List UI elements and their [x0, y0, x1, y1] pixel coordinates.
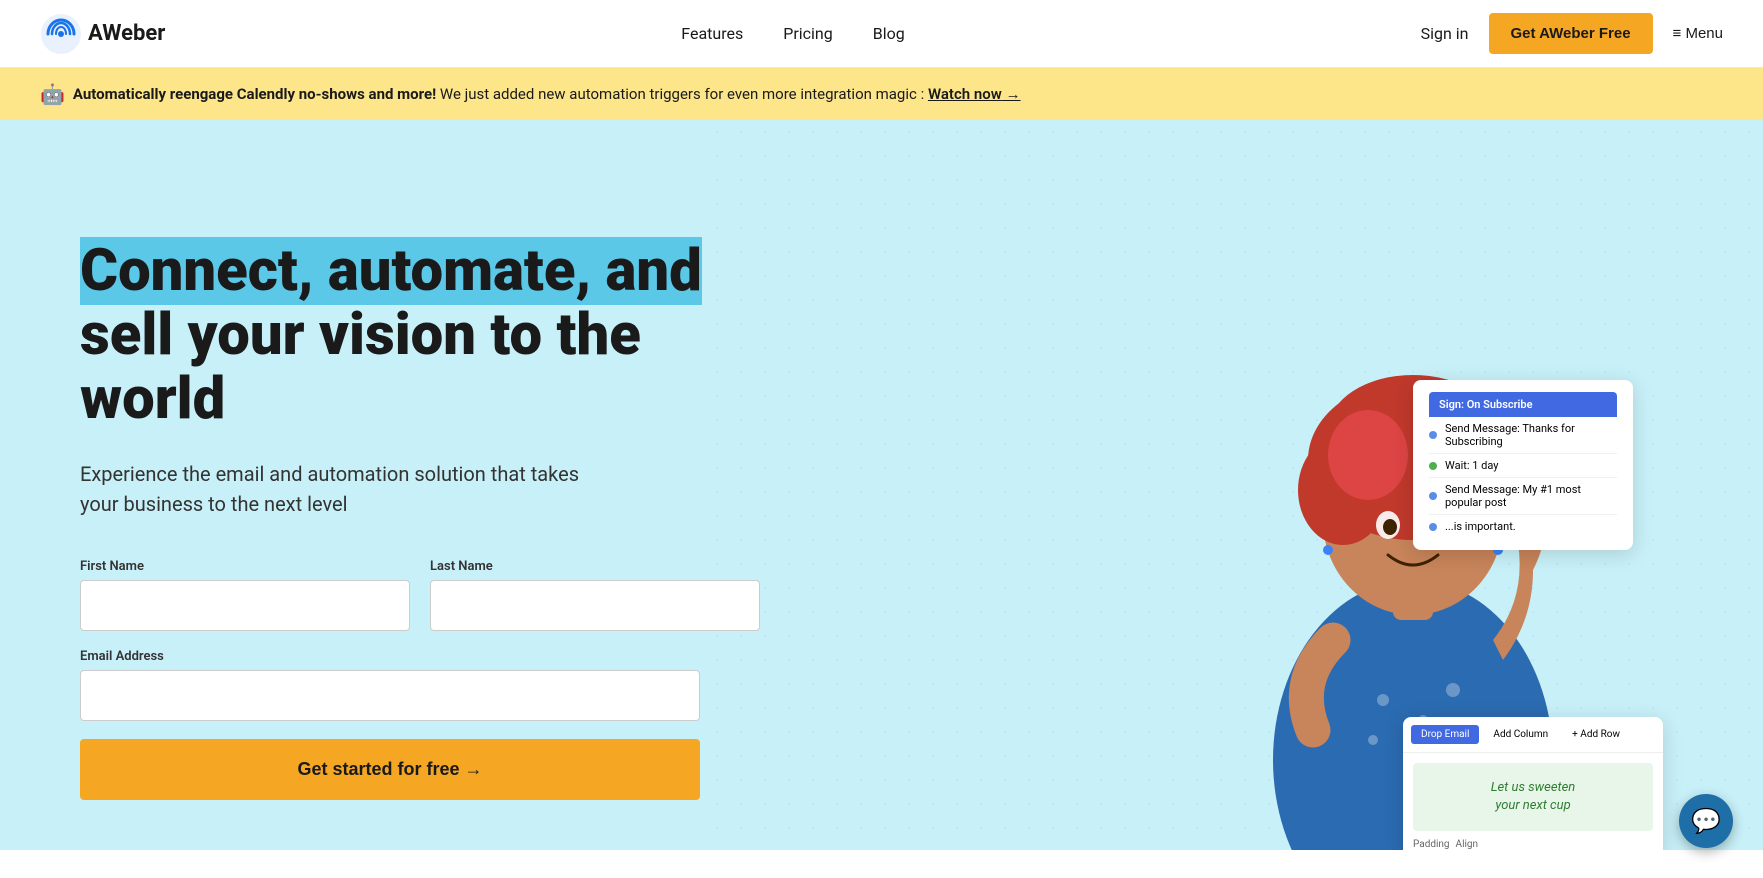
ui-dot-2 [1429, 462, 1437, 470]
banner-robot-icon: 🤖 [40, 82, 65, 106]
email-label: Email Address [80, 649, 760, 664]
announcement-banner: 🤖 Automatically reengage Calendly no-sho… [0, 68, 1763, 120]
hero-title-line2: sell your vision to the world [80, 301, 641, 433]
last-name-label: Last Name [430, 559, 760, 574]
email-input[interactable] [80, 670, 700, 721]
banner-regular-text: We just added new automation triggers fo… [440, 85, 924, 103]
watch-now-link[interactable]: Watch now → [928, 85, 1021, 103]
ui-row-text-3: Send Message: My #1 most popular post [1445, 483, 1617, 509]
navbar: AWeber Features Pricing Blog Sign in Get… [0, 0, 1763, 68]
nav-links: Features Pricing Blog [681, 24, 904, 43]
ui-card-row-1: Send Message: Thanks for Subscribing [1429, 417, 1617, 454]
chat-bubble-icon: 💬 [1691, 807, 1721, 835]
last-name-field: Last Name [430, 559, 760, 631]
get-aweber-free-button[interactable]: Get AWeber Free [1489, 13, 1653, 54]
first-name-field: First Name [80, 559, 410, 631]
ui-card-email-editor: Drop Email Add Column + Add Row Let us s… [1403, 717, 1663, 850]
first-name-input[interactable] [80, 580, 410, 631]
hero-content: Connect, automate, and sell your vision … [80, 200, 760, 800]
first-name-label: First Name [80, 559, 410, 574]
nav-blog[interactable]: Blog [873, 24, 905, 43]
padding-label: Padding [1413, 839, 1450, 850]
hero-section: Connect, automate, and sell your vision … [0, 120, 1763, 850]
hero-subtitle: Experience the email and automation solu… [80, 459, 620, 519]
chat-bubble[interactable]: 💬 [1679, 794, 1733, 848]
tab-add-row[interactable]: + Add Row [1562, 725, 1630, 744]
email-field-container: Email Address [80, 649, 760, 721]
ui-card-tabs: Drop Email Add Column + Add Row [1403, 717, 1663, 753]
ui-card-body: Let us sweetenyour next cup Padding Alig… [1403, 753, 1663, 850]
banner-text: Automatically reengage Calendly no-shows… [73, 85, 1021, 103]
ui-card-controls: Padding Align [1413, 839, 1653, 850]
email-content-preview: Let us sweetenyour next cup [1413, 763, 1653, 831]
ui-card-row-2: Wait: 1 day [1429, 454, 1617, 478]
last-name-input[interactable] [430, 580, 760, 631]
hero-title: Connect, automate, and sell your vision … [80, 240, 760, 431]
nav-cta-group: Sign in Get AWeber Free ≡ Menu [1421, 13, 1723, 54]
menu-button[interactable]: ≡ Menu [1673, 25, 1723, 42]
align-control: Align [1456, 839, 1479, 850]
logo-link[interactable]: AWeber [40, 13, 165, 55]
ui-row-text-4: ...is important. [1445, 520, 1516, 533]
hero-title-highlight: Connect, automate, and [80, 237, 702, 305]
ui-dot-3 [1429, 492, 1437, 500]
ui-card-row-3: Send Message: My #1 most popular post [1429, 478, 1617, 515]
padding-control: Padding [1413, 839, 1450, 850]
ui-card-header: Sign: On Subscribe [1429, 392, 1617, 417]
hero-visual: Sign: On Subscribe Send Message: Thanks … [1183, 180, 1683, 850]
nav-features[interactable]: Features [681, 24, 743, 43]
ui-row-text-2: Wait: 1 day [1445, 459, 1498, 472]
name-form-row: First Name Last Name [80, 559, 760, 631]
align-label: Align [1456, 839, 1479, 850]
sign-in-link[interactable]: Sign in [1421, 24, 1469, 43]
aweber-logo-icon [40, 13, 82, 55]
get-started-button[interactable]: Get started for free → [80, 739, 700, 800]
logo-text: AWeber [88, 21, 165, 46]
ui-card-row-4: ...is important. [1429, 515, 1617, 538]
ui-row-text-1: Send Message: Thanks for Subscribing [1445, 422, 1617, 448]
ui-dot-1 [1429, 431, 1437, 439]
ui-card-automation: Sign: On Subscribe Send Message: Thanks … [1413, 380, 1633, 550]
nav-pricing[interactable]: Pricing [783, 24, 833, 43]
ui-dot-4 [1429, 523, 1437, 531]
tab-drop-email[interactable]: Drop Email [1411, 725, 1479, 744]
banner-bold-text: Automatically reengage Calendly no-shows… [73, 85, 436, 103]
tab-add-column[interactable]: Add Column [1483, 725, 1558, 744]
